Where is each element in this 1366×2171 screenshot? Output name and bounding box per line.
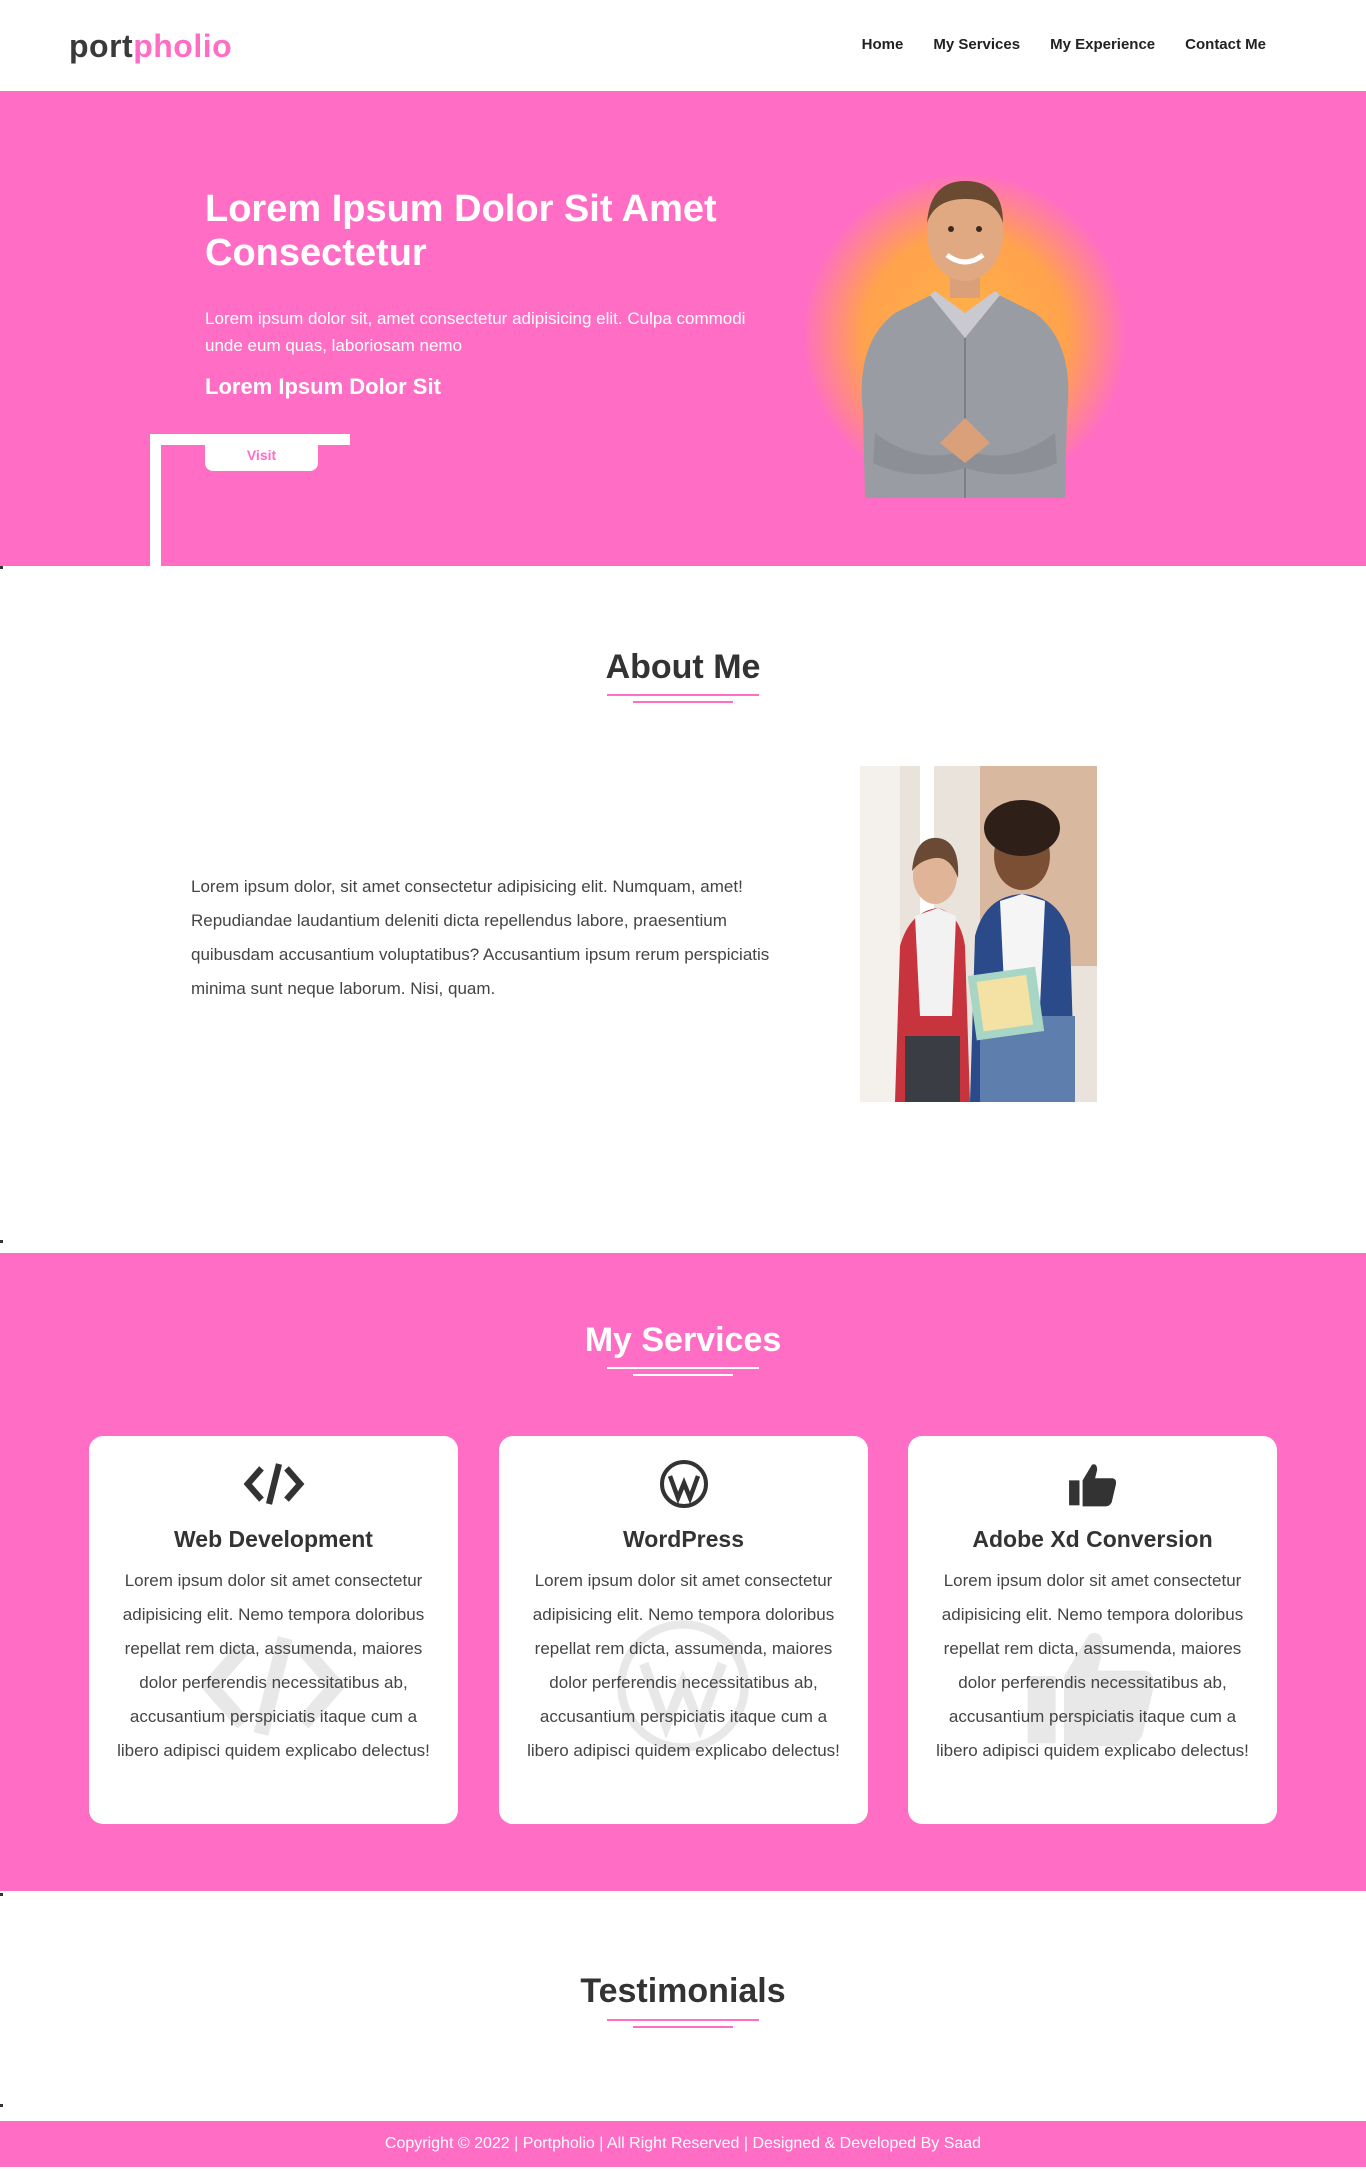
services-title: My Services [584,1321,782,1359]
stray-dot [0,1240,3,1243]
students-photo [860,766,1097,1102]
main-nav: Home My Services My Experience Contact M… [862,36,1266,53]
logo-part-1: port [69,28,134,64]
nav-home[interactable]: Home [862,36,904,53]
service-card-web-development[interactable]: Web Development Lorem ipsum dolor sit am… [89,1436,458,1824]
wordpress-icon [499,1456,868,1512]
about-text: Lorem ipsum dolor, sit amet consectetur … [191,877,770,998]
visit-button[interactable]: Visit [205,439,318,471]
about-title: About Me [605,648,761,686]
services-section: My Services Web Development Lorem ipsum … [0,1253,1366,1891]
stray-dot [0,566,3,569]
logo[interactable]: portpholio [69,28,232,65]
about-underline-1 [607,694,759,696]
stray-dot [0,2104,3,2107]
testimonials-title: Testimonials [580,1972,786,2010]
testimonials-underline-2 [633,2026,733,2028]
service-title: Adobe Xd Conversion [972,1526,1213,1552]
stray-dot [0,1893,3,1896]
site-header: portpholio Home My Services My Experienc… [0,0,1366,91]
hero-section: Lorem Ipsum Dolor Sit Amet Consectetur L… [0,91,1366,566]
about-underline-2 [633,701,733,703]
service-text: Lorem ipsum dolor sit amet consectetur a… [527,1571,840,1760]
thumbs-up-icon [908,1456,1277,1512]
service-text: Lorem ipsum dolor sit amet consectetur a… [936,1571,1249,1760]
services-underline-2 [633,1374,733,1376]
hero-subtitle: Lorem Ipsum Dolor Sit [205,374,441,399]
nav-contact-me[interactable]: Contact Me [1185,36,1266,53]
service-card-adobe-xd-conversion[interactable]: Adobe Xd Conversion Lorem ipsum dolor si… [908,1436,1277,1824]
nav-my-services[interactable]: My Services [933,36,1020,53]
service-title: WordPress [622,1526,744,1552]
site-footer: Copyright © 2022 | Portpholio | All Righ… [0,2121,1366,2167]
services-underline-1 [607,1367,759,1369]
service-title: Web Development [174,1526,373,1552]
service-text: Lorem ipsum dolor sit amet consectetur a… [117,1571,430,1760]
testimonials-underline-1 [607,2019,759,2021]
hero-title: Lorem Ipsum Dolor Sit Amet Consectetur [205,188,717,274]
service-card-wordpress[interactable]: WordPress Lorem ipsum dolor sit amet con… [499,1436,868,1824]
decorative-frame-vertical [150,434,161,566]
hero-description: Lorem ipsum dolor sit, amet consectetur … [205,309,746,355]
nav-my-experience[interactable]: My Experience [1050,36,1155,53]
logo-part-2: pholio [133,28,233,64]
code-icon [89,1456,458,1512]
hero-portrait [861,181,1069,498]
